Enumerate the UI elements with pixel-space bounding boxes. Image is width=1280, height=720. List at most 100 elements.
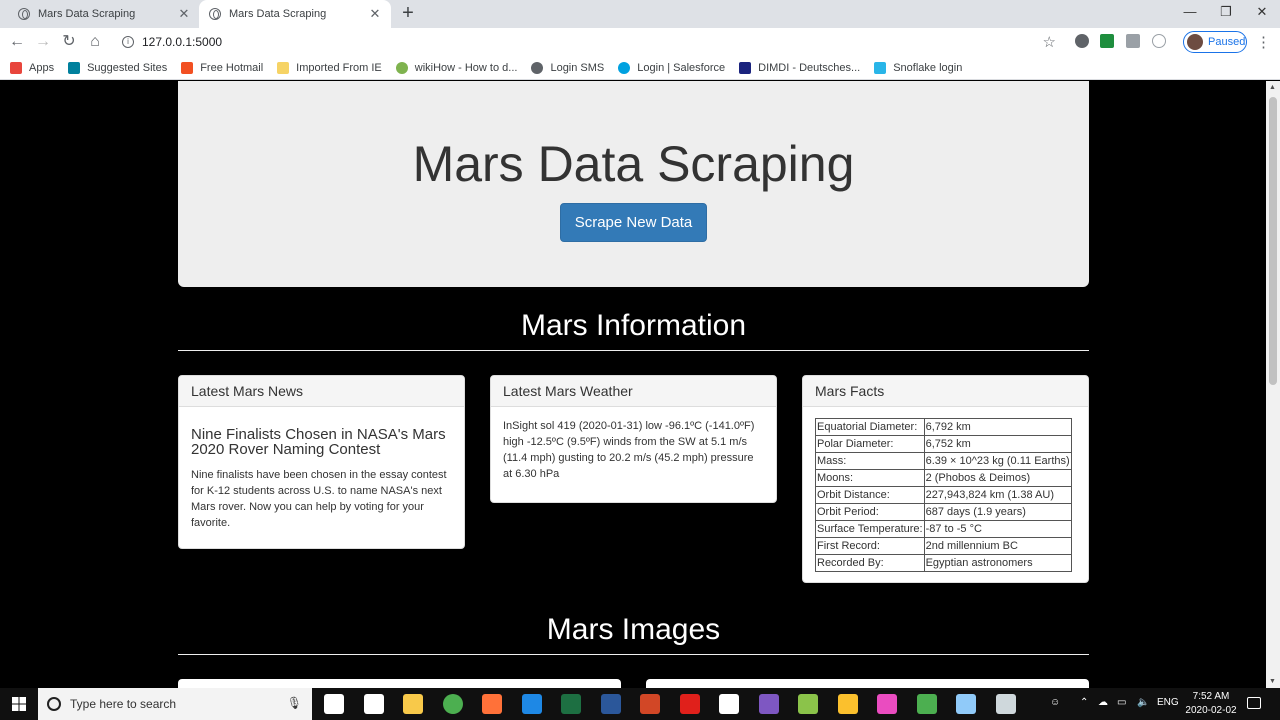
apps-grid-icon [10,61,22,74]
firefox-icon[interactable] [482,694,502,714]
terminal-icon[interactable] [995,694,1016,714]
table-row: Moons: 2 (Phobos & Deimos) [815,469,1072,487]
close-window-icon[interactable]: ✕ [1244,0,1280,24]
profile-button[interactable]: Paused [1183,31,1247,53]
facts-panel-heading: Mars Facts [803,376,1088,407]
vertical-scrollbar[interactable]: ▲ ▼ [1266,81,1280,688]
table-row: Mass: 6.39 × 10^23 kg (0.11 Earths) [815,452,1072,470]
home-icon[interactable]: ⌂ [86,33,104,51]
anaconda-icon[interactable] [916,694,937,714]
fact-label: Moons: [815,469,925,487]
back-arrow-icon[interactable]: ← [8,33,26,51]
extension-circle-icon[interactable] [1075,34,1089,48]
bookmark-item[interactable]: Apps [10,61,55,74]
search-placeholder: Type here to search [70,697,177,711]
notification-center-icon[interactable] [1247,697,1261,709]
navigation-bar: ← → ↻ ⌂ i 127.0.0.1:5000 ☆ Paused ⋮ [0,28,1280,56]
extension-h-icon[interactable] [1152,34,1166,48]
clock-date: 2020-02-02 [1185,705,1237,716]
tab-mars-data-scraping-2[interactable]: Mars Data Scraping ✕ [199,0,391,28]
globe-icon [18,8,30,20]
people-icon[interactable]: ☺ [1050,697,1060,708]
extension-flag-icon[interactable] [1126,34,1140,48]
windows-start-icon[interactable] [12,697,26,711]
bookmark-item[interactable]: Login | Salesforce [618,61,726,74]
tab-title: Mars Data Scraping [38,8,136,20]
bookmark-item[interactable]: DIMDI - Deutsches... [739,61,860,74]
volume-icon[interactable]: 🔈 [1137,697,1149,708]
weather-panel-heading: Latest Mars Weather [491,376,776,407]
mail-icon[interactable] [363,694,384,714]
excel-icon[interactable] [561,694,581,714]
reload-icon[interactable]: ↻ [60,33,78,51]
store-icon[interactable] [719,694,739,714]
bookmark-item[interactable]: Login SMS [531,61,605,74]
scroll-down-arrow-icon[interactable]: ▼ [1269,678,1276,685]
fact-value: 2 (Phobos & Deimos) [923,469,1072,487]
forward-arrow-icon[interactable]: → [34,33,52,51]
itunes-icon[interactable] [877,694,897,714]
weather-panel: Latest Mars Weather InSight sol 419 (202… [490,375,777,503]
powerpoint-icon[interactable] [640,694,660,714]
microphone-icon[interactable]: 🎙 [287,696,302,710]
fact-value: 227,943,824 km (1.38 AU) [923,486,1072,504]
mars-facts-table: Equatorial Diameter: 6,792 km Polar Diamet… [815,418,1072,572]
close-icon[interactable]: ✕ [367,6,383,22]
windows-logo-icon [181,61,194,74]
bookmark-item[interactable]: Suggested Sites [68,61,167,74]
cortana-circle-icon [47,697,61,711]
globe-icon [209,8,221,20]
address-bar[interactable]: i 127.0.0.1:5000 ☆ [112,30,1070,54]
bookmark-item[interactable]: Free Hotmail [181,61,263,74]
chrome-icon[interactable] [442,694,463,714]
dimdi-icon [739,61,752,74]
fact-label: Orbit Distance: [815,486,925,504]
norton-icon[interactable] [837,694,858,714]
network-icon[interactable]: ▭ [1117,697,1126,708]
bookmark-label: Apps [29,61,55,74]
tab-title: Mars Data Scraping [229,8,327,20]
table-row: Equatorial Diameter: 6,792 km [815,418,1072,436]
weather-report: InSight sol 419 (2020-01-31) low -96.1ºC… [503,420,755,480]
snowflake-icon [874,61,887,74]
close-icon[interactable]: ✕ [176,6,192,22]
language-indicator[interactable]: ENG [1157,697,1179,708]
bookmark-item[interactable]: wikiHow - How to d... [395,61,517,74]
scroll-up-arrow-icon[interactable]: ▲ [1269,84,1276,91]
restore-icon[interactable]: ❐ [1208,0,1244,24]
word-icon[interactable] [600,694,621,714]
system-clock[interactable]: 7:52 AM 2020-02-02 [1183,690,1239,718]
acrobat-icon[interactable] [679,694,700,714]
taskbar-search-box[interactable]: Type here to search 🎙 [38,688,312,720]
tab-mars-data-scraping-1[interactable]: Mars Data Scraping ✕ [8,0,200,28]
table-row: Surface Temperature: -87 to -5 °C [815,520,1072,538]
bookmark-label: Login SMS [550,61,605,74]
cloud-icon[interactable]: ☁ [1098,697,1108,708]
scrape-new-data-button[interactable]: Scrape New Data [559,203,708,242]
bookmark-item[interactable]: Imported From IE [277,61,382,74]
fact-value: 6.39 × 10^23 kg (0.11 Earths) [923,452,1072,470]
task-view-icon[interactable] [324,694,344,714]
more-menu-icon[interactable]: ⋮ [1256,33,1271,51]
app-icon[interactable] [956,694,976,714]
file-explorer-icon[interactable] [403,694,423,714]
image-card [646,679,1089,688]
chevron-up-icon[interactable]: ⌃ [1080,697,1088,708]
notepad-icon[interactable] [798,694,818,714]
edge-icon[interactable] [521,694,542,714]
bookmark-star-icon[interactable]: ☆ [1043,33,1056,51]
info-icon[interactable]: i [122,36,134,48]
onenote-icon[interactable] [758,694,779,714]
scrollbar-thumb[interactable] [1269,97,1277,385]
bookmark-item[interactable]: Snoflake login [874,61,962,74]
bookmark-label: Imported From IE [296,61,382,74]
new-tab-plus-icon[interactable]: + [398,3,418,23]
page-title: Mars Data Scraping [412,136,855,192]
minimize-icon[interactable]: — [1172,0,1208,24]
extension-check-icon[interactable] [1100,34,1114,48]
news-teaser: Nine finalists have been chosen in the e… [191,469,447,529]
folder-icon [277,61,290,74]
bookmark-label: Login | Salesforce [637,61,726,74]
bookmarks-bar: Apps Suggested Sites Free Hotmail Imported … [0,56,1280,80]
divider [178,350,1089,351]
